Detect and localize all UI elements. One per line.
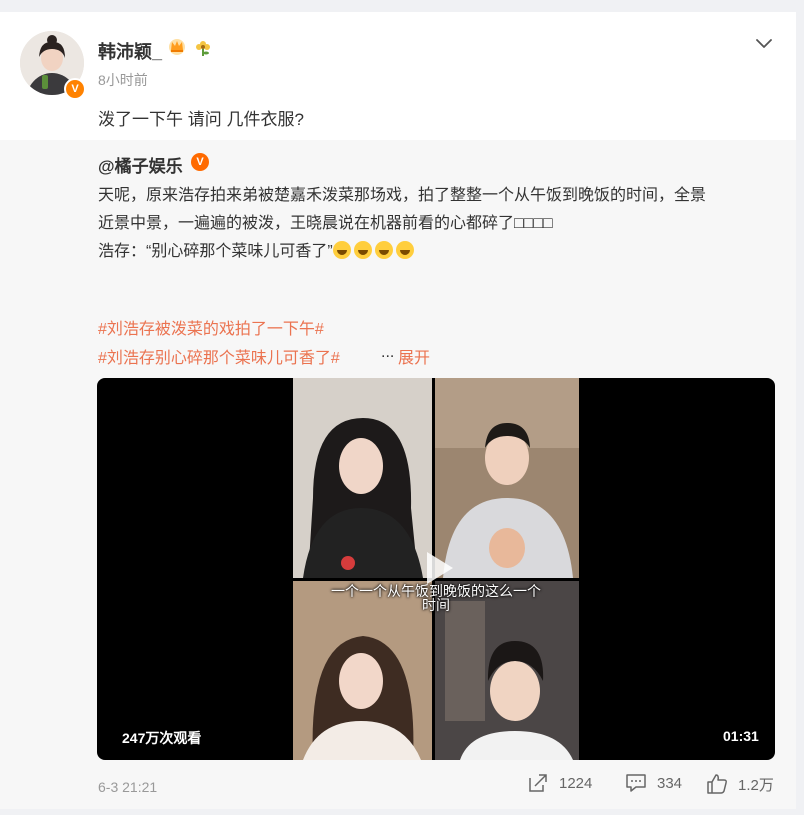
video-player[interactable]: 一个一个从午饭到晚饭的这么一个 时间 247万次观看 01:31 [97,378,775,760]
text-line: 天呢，原来浩存拍来弟被楚嘉禾泼菜那场戏，拍了整整一个从午饭到晚饭的时间，全景 [98,187,707,204]
expand-link[interactable]: 展开 [398,344,430,368]
video-duration: 01:31 [723,728,759,744]
emoji-icon [395,241,414,259]
verified-badge-icon: V [64,78,86,100]
verified-badge-icon: V [191,153,209,171]
hashtag-link[interactable]: #刘浩存被泼菜的戏拍了一下午# [98,315,324,339]
post-text: 泼了一下午 请问 几件衣服? [98,110,304,129]
emoji-icon [374,241,393,259]
username[interactable]: 韩沛颖_ [98,38,162,64]
play-icon[interactable] [415,546,459,590]
repost-button[interactable]: 1224 [527,773,592,793]
emoji-icon [353,241,372,259]
reposted-content[interactable]: @橘子娱乐 V 天呢，原来浩存拍来弟被楚嘉禾泼菜那场戏，拍了整整一个从午饭到晚饭… [0,140,796,809]
crown-icon [169,39,185,55]
ellipsis: ... [381,344,395,361]
repost-count: 1224 [559,774,593,792]
chevron-down-icon[interactable] [753,32,775,54]
comment-count: 334 [657,774,683,792]
weibo-post-card: V 韩沛颖_ 8小时前 泼了一下午 请问 几件衣服? @橘子娱乐 V 天呢，原来… [0,12,796,809]
comment-button[interactable]: 334 [625,773,682,793]
text-line: 浩存：“别心碎那个菜味儿可香了” [98,238,778,266]
emoji-icon [332,241,351,259]
original-text: 天呢，原来浩存拍来弟被楚嘉禾泼菜那场戏，拍了整整一个从午饭到晚饭的时间，全景 近… [98,182,778,266]
like-icon [707,774,727,794]
subtitle-line: 时间 [422,597,450,613]
hashtag-link[interactable]: #刘浩存别心碎那个菜味儿可香了# [98,344,340,368]
flower-icon [196,41,210,56]
repost-icon [529,774,547,792]
like-count: 1.2万 [738,776,774,794]
text-line: 近景中景，一遍遍的被泼，王晓晨说在机器前看的心都碎了□□□□ [98,215,553,232]
view-count: 247万次观看 [122,730,202,746]
like-button[interactable]: 1.2万 [706,773,774,795]
comment-icon [626,774,646,792]
original-author[interactable]: @橘子娱乐 [98,152,183,177]
video-panel [293,378,432,578]
original-post-date[interactable]: 6-3 21:21 [98,779,157,795]
post-time[interactable]: 8小时前 [98,70,148,90]
text-line-content: 浩存：“别心碎那个菜味儿可香了” [98,243,333,260]
